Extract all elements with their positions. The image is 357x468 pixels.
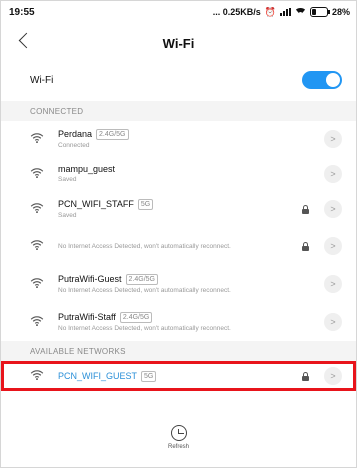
wifi-settings-screen: 19:55 ... 0.25KB/s ⏰ 28% Wi-Fi Wi-Fi CON… [0,0,357,468]
band-tag: 5G [141,370,157,382]
network-details-button[interactable]: > [324,367,342,385]
network-row[interactable]: PCN_WIFI_GUEST 5G > [1,361,356,391]
network-row[interactable]: No Internet Access Detected, won't autom… [1,227,356,265]
network-name-line: Perdana 2.4G/5G [58,128,324,140]
battery-icon [309,7,330,17]
network-name: PutraWifi-Guest [58,274,122,284]
wifi-signal-icon [30,167,44,181]
network-details-button[interactable]: > [324,165,342,183]
network-info: PutraWifi-Staff 2.4G/5G No Internet Access… [58,311,324,333]
network-status: Saved [58,176,77,183]
status-time: 19:55 [9,6,35,18]
wifi-toggle-label: Wi-Fi [30,74,54,86]
network-name-line: mampu_guest [58,164,324,174]
band-tag: 2.4G/5G [119,311,153,323]
section-header-available: AVAILABLE NETWORKS [1,341,356,361]
cellular-signal-icon [279,8,291,16]
alarm-icon: ⏰ [264,6,276,17]
network-details-button[interactable]: > [324,200,342,218]
wifi-signal-icon [30,369,44,383]
network-name: mampu_guest [58,164,116,174]
network-name: PCN_WIFI_STAFF [58,199,134,209]
status-indicators: ... 0.25KB/s ⏰ 28% [213,7,350,18]
network-name-line: PCN_WIFI_STAFF 5G [58,198,301,210]
network-status: Saved [58,211,77,219]
battery-percent: 28% [331,7,350,17]
network-name-line: PCN_WIFI_GUEST 5G [58,370,301,382]
lock-icon [301,371,310,381]
band-tag: 2.4G/5G [125,273,158,285]
wifi-signal-icon [30,202,44,216]
network-info: Perdana 2.4G/5G Connected [58,128,324,150]
network-speed: ... 0.25KB/s [212,7,261,17]
band-tag: 5G [137,198,154,210]
network-status: No Internet Access Detected, won't autom… [58,324,231,332]
network-status: No Internet Access Detected, won't autom… [58,243,231,250]
refresh-label: Refresh [167,444,189,450]
lock-icon [301,204,310,214]
wifi-status-icon [295,7,306,18]
network-details-button[interactable]: > [324,130,342,148]
wifi-signal-icon [30,277,44,291]
network-info: PutraWifi-Guest 2.4G/5G No Internet Access… [58,273,324,295]
network-status: No Internet Access Detected, won't autom… [58,286,231,294]
wifi-signal-icon [30,132,44,146]
network-details-button[interactable]: > [324,275,342,293]
network-row[interactable]: Perdana 2.4G/5G Connected > [1,121,356,157]
title-bar: Wi-Fi [1,23,356,63]
wifi-signal-icon [30,315,44,329]
toggle-knob [326,73,340,87]
network-name: PCN_WIFI_GUEST [58,371,138,381]
connected-network-list: Perdana 2.4G/5G Connected > mampu_guest Saved… [1,121,356,341]
network-info: PCN_WIFI_GUEST 5G [58,370,301,382]
network-info: PCN_WIFI_STAFF 5G Saved [58,198,301,220]
network-info: mampu_guest Saved [58,164,324,184]
section-header-connected: CONNECTED [1,101,356,121]
network-info: No Internet Access Detected, won't autom… [58,241,301,251]
available-network-list: PCN_WIFI_GUEST 5G > [1,361,356,391]
network-details-button[interactable]: > [324,313,342,331]
wifi-toggle-switch[interactable] [302,71,342,89]
status-bar: 19:55 ... 0.25KB/s ⏰ 28% [1,1,356,23]
network-status: Connected [58,141,90,149]
wifi-toggle-row[interactable]: Wi-Fi [1,63,356,97]
network-row[interactable]: mampu_guest Saved > [1,157,356,191]
network-row[interactable]: PutraWifi-Guest 2.4G/5G No Internet Access… [1,265,356,303]
refresh-button[interactable]: Refresh [1,425,356,450]
network-name-line: PutraWifi-Guest 2.4G/5G [58,273,324,285]
network-name-line: PutraWifi-Staff 2.4G/5G [58,311,324,323]
network-name: PutraWifi-Staff [58,312,116,322]
network-row[interactable]: PutraWifi-Staff 2.4G/5G No Internet Access… [1,303,356,341]
wifi-signal-icon [30,239,44,253]
network-row[interactable]: PCN_WIFI_STAFF 5G Saved > [1,191,356,227]
chevron-left-icon[interactable] [18,32,35,49]
network-details-button[interactable]: > [324,237,342,255]
network-name: Perdana [58,129,93,139]
band-tag: 2.4G/5G [96,128,129,140]
lock-icon [301,241,310,251]
refresh-icon [170,425,187,441]
page-title: Wi-Fi [162,35,195,51]
